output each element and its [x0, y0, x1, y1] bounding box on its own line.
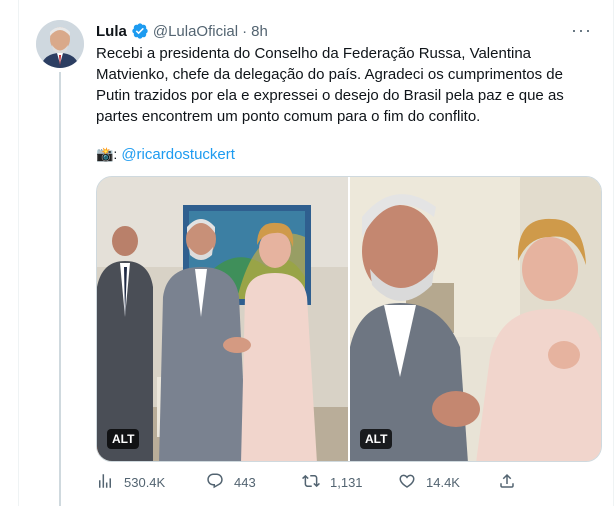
share-button[interactable] — [498, 472, 516, 493]
like-button[interactable]: 14.4K — [398, 472, 498, 493]
credit-mention-link[interactable]: @ricardostuckert — [121, 144, 235, 165]
reply-icon — [206, 472, 224, 493]
retweet-icon — [302, 472, 320, 493]
photo-left[interactable]: ALT — [97, 177, 348, 461]
like-icon — [398, 472, 416, 493]
views-icon — [96, 472, 114, 493]
author-handle[interactable]: @LulaOficial — [153, 23, 238, 40]
action-bar: 530.4K 443 1,131 14.4K — [96, 472, 526, 493]
retweet-button[interactable]: 1,131 — [302, 472, 398, 493]
avatar[interactable] — [36, 20, 84, 68]
share-icon — [498, 472, 516, 493]
views-count: 530.4K — [124, 475, 166, 490]
media-grid: ALT ALT — [96, 176, 602, 462]
tweet-text: Recebi a presidenta do Conselho da Feder… — [96, 45, 564, 125]
like-count: 14.4K — [426, 475, 460, 490]
retweet-count: 1,131 — [330, 475, 363, 490]
reply-count: 443 — [234, 475, 256, 490]
reply-button[interactable]: 443 — [206, 472, 302, 493]
more-icon[interactable]: ··· — [571, 20, 592, 41]
camera-icon: 📸: — [96, 146, 118, 162]
verified-badge-icon — [131, 22, 149, 40]
separator-dot: · — [242, 22, 248, 40]
author-name[interactable]: Lula — [96, 23, 127, 40]
tweet-header: Lula @LulaOficial · 8h — [96, 22, 268, 40]
photo-right[interactable]: ALT — [350, 177, 601, 461]
thread-line — [59, 72, 61, 506]
views-button[interactable]: 530.4K — [96, 472, 206, 493]
alt-badge-right[interactable]: ALT — [360, 429, 393, 449]
alt-badge-left[interactable]: ALT — [107, 429, 140, 449]
photo-credit: 📸: @ricardostuckert — [96, 144, 235, 165]
tweet-timestamp[interactable]: 8h — [251, 23, 268, 40]
